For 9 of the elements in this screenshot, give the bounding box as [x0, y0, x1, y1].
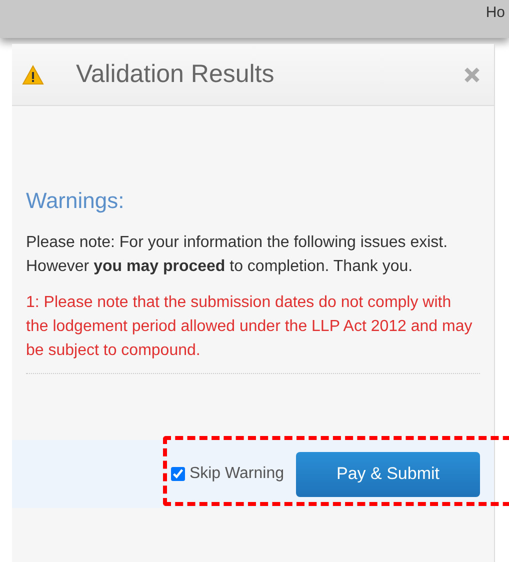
top-bar-text: Ho [486, 3, 505, 23]
info-note: Please note: For your information the following issues exist. However you may proceed to completion. Thank you. [26, 233, 449, 277]
pay-submit-button[interactable]: Pay & Submit [296, 452, 480, 496]
skip-warning-label: Skip Warning [189, 464, 284, 484]
dialog-title: Validation Results [76, 58, 274, 90]
warning-message: 1: Please note that the submission dates do not comply with the lodgement period allowed under the LLP Act 2012 and may be subject to compound. [26, 293, 474, 361]
skip-warning-checkbox[interactable] [171, 467, 186, 481]
warning-icon [22, 64, 44, 84]
section-heading: Warnings: [26, 187, 126, 215]
